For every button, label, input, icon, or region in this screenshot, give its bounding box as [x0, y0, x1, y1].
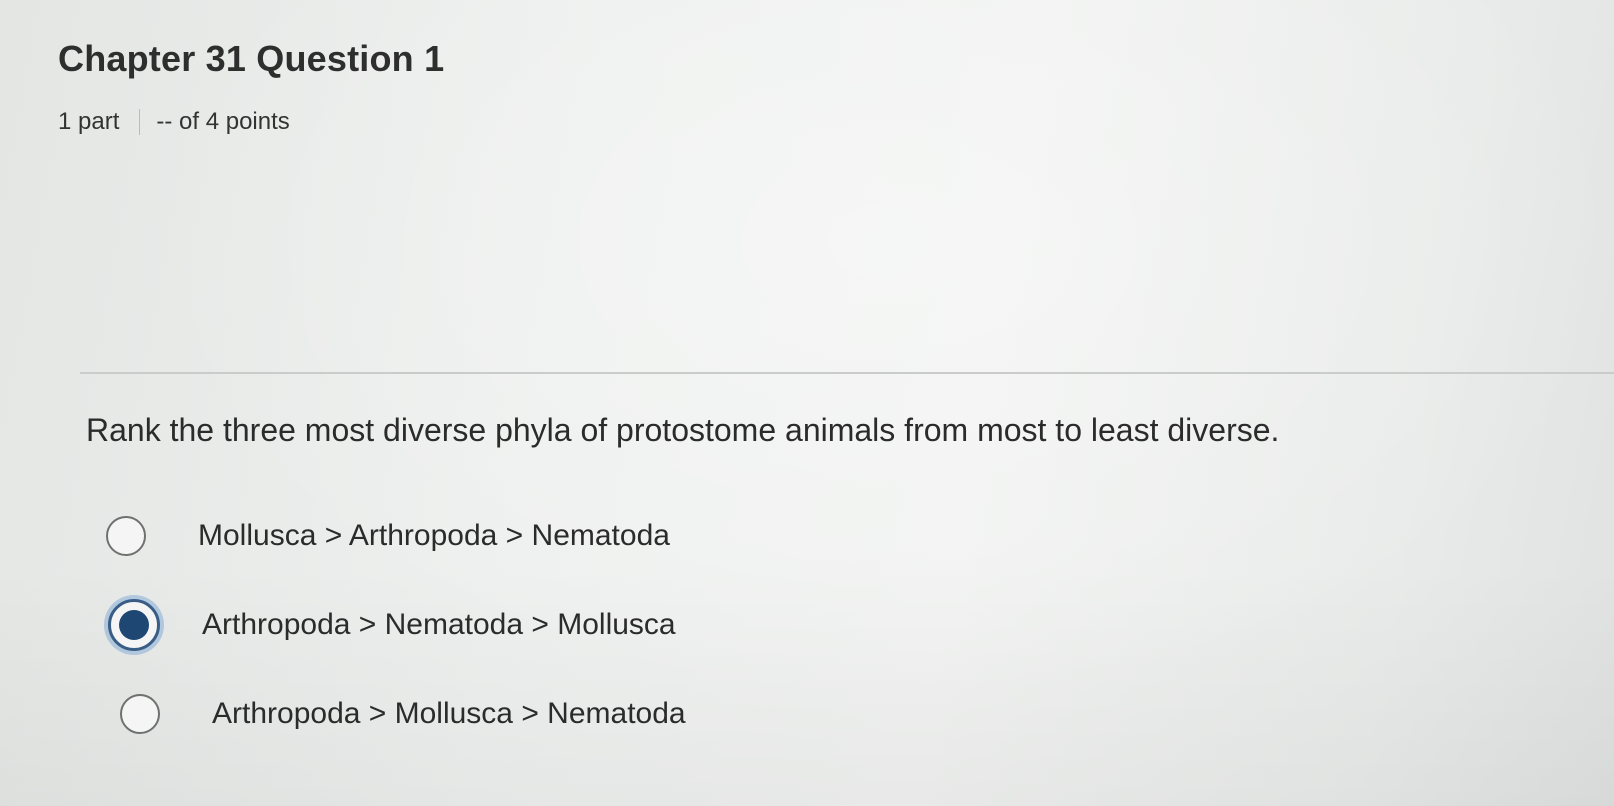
question-header: Chapter 31 Question 1 [58, 38, 444, 80]
answer-option-label: Mollusca > Arthropoda > Nematoda [198, 519, 670, 552]
question-meta: 1 part -- of 4 points [58, 108, 290, 136]
answer-options: Mollusca > Arthropoda > Nematoda Arthrop… [106, 508, 686, 775]
radio-button-3[interactable] [120, 694, 160, 734]
meta-separator [139, 109, 141, 135]
page-title: Chapter 31 Question 1 [58, 38, 445, 79]
points-score: -- of 4 points [156, 108, 290, 135]
radio-button-1[interactable] [106, 516, 146, 556]
content-divider [80, 372, 1614, 374]
radio-selected-dot [119, 610, 149, 640]
answer-option-1[interactable]: Mollusca > Arthropoda > Nematoda [106, 508, 686, 564]
answer-option-3[interactable]: Arthropoda > Mollusca > Nematoda [120, 686, 686, 742]
answer-option-label: Arthropoda > Mollusca > Nematoda [212, 697, 686, 730]
answer-option-label: Arthropoda > Nematoda > Mollusca [202, 608, 676, 641]
question-prompt: Rank the three most diverse phyla of pro… [86, 412, 1280, 448]
radio-button-2-selected[interactable] [108, 599, 160, 651]
parts-count: 1 part [58, 108, 120, 135]
answer-option-2[interactable]: Arthropoda > Nematoda > Mollusca [108, 597, 686, 653]
